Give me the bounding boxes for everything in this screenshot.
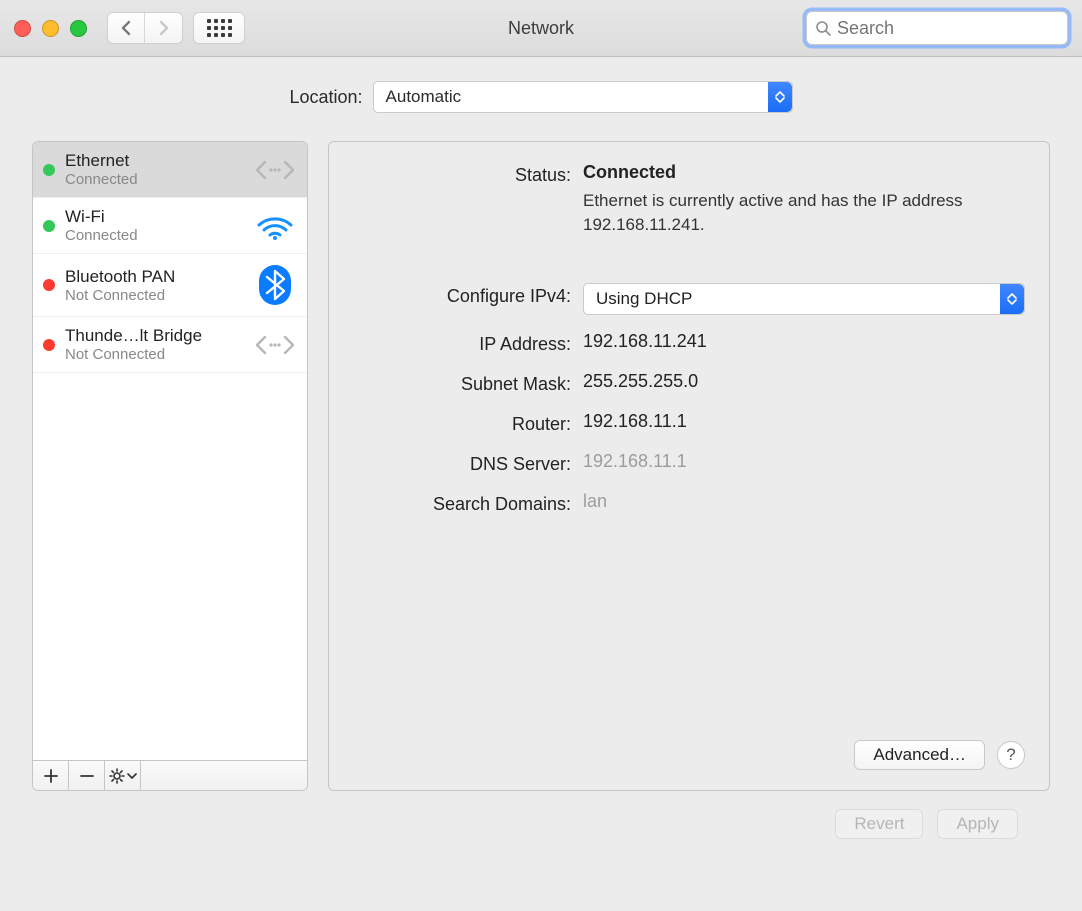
interface-status: Not Connected [65,346,243,363]
ip-value: 192.168.11.241 [583,331,1025,352]
chevron-down-icon [127,771,137,781]
row-subnet: Subnet Mask: 255.255.255.0 [353,371,1025,395]
interface-name: Thunde…lt Bridge [65,326,243,346]
minimize-window-button[interactable] [42,20,59,37]
status-dot [43,339,55,351]
interface-name: Ethernet [65,151,243,171]
search-icon [815,20,831,36]
advanced-button-label: Advanced… [873,745,966,765]
detail-footer: Advanced… ? [353,740,1025,770]
content-area: Location: Automatic Ethernet Connected [0,57,1082,859]
show-all-button[interactable] [193,12,245,44]
interface-labels: Wi-Fi Connected [65,207,243,244]
window-controls [14,20,87,37]
status-dot [43,279,55,291]
revert-button[interactable]: Revert [835,809,923,839]
sidebar-footer [33,760,307,790]
dns-value: 192.168.11.1 [583,451,1025,472]
location-label: Location: [289,87,362,108]
interface-labels: Thunde…lt Bridge Not Connected [65,326,243,363]
configure-value: Using DHCP [596,289,692,309]
status-value-text: Connected [583,162,676,182]
interface-name: Wi-Fi [65,207,243,227]
detail-pane: Status: Connected Ethernet is currently … [328,141,1050,791]
remove-interface-button[interactable] [69,761,105,790]
bluetooth-icon [253,263,297,307]
interface-item-wifi[interactable]: Wi-Fi Connected [33,198,307,254]
help-icon: ? [1006,745,1015,765]
interface-name: Bluetooth PAN [65,267,243,287]
apply-button[interactable]: Apply [937,809,1018,839]
row-status: Status: Connected Ethernet is currently … [353,162,1025,237]
configure-ipv4-select[interactable]: Using DHCP [583,283,1025,315]
interface-labels: Ethernet Connected [65,151,243,188]
back-button[interactable] [108,13,145,43]
chevron-right-icon [158,20,170,36]
ip-label: IP Address: [353,331,583,355]
location-value: Automatic [386,87,462,107]
router-label: Router: [353,411,583,435]
row-configure: Configure IPv4: Using DHCP [353,283,1025,315]
subnet-value: 255.255.255.0 [583,371,1025,392]
subnet-label: Subnet Mask: [353,371,583,395]
interface-labels: Bluetooth PAN Not Connected [65,267,243,304]
add-interface-button[interactable] [33,761,69,790]
status-dot [43,164,55,176]
nav-group [107,12,183,44]
ethernet-icon [253,330,297,360]
search-field[interactable] [806,11,1068,45]
row-ip: IP Address: 192.168.11.241 [353,331,1025,355]
gear-icon [109,768,125,784]
help-button[interactable]: ? [997,741,1025,769]
minus-icon [80,769,94,783]
interface-item-ethernet[interactable]: Ethernet Connected [33,142,307,198]
window-buttons: Revert Apply [32,791,1050,839]
forward-button[interactable] [145,13,182,43]
grid-icon [207,19,232,37]
search-domains-label: Search Domains: [353,491,583,515]
location-row: Location: Automatic [32,81,1050,113]
zoom-window-button[interactable] [70,20,87,37]
row-search-domains: Search Domains: lan [353,491,1025,515]
interface-item-bluetooth-pan[interactable]: Bluetooth PAN Not Connected [33,254,307,317]
configure-label: Configure IPv4: [353,283,583,307]
chevron-left-icon [120,20,132,36]
apply-button-label: Apply [956,814,999,834]
interface-list: Ethernet Connected Wi-Fi [33,142,307,760]
status-description: Ethernet is currently active and has the… [583,189,1025,237]
row-dns: DNS Server: 192.168.11.1 [353,451,1025,475]
router-value: 192.168.11.1 [583,411,1025,432]
stepper-icon [1000,284,1024,314]
ethernet-icon [253,155,297,185]
interface-status: Not Connected [65,287,243,304]
dns-label: DNS Server: [353,451,583,475]
location-select[interactable]: Automatic [373,81,793,113]
title-bar: Network [0,0,1082,57]
advanced-button[interactable]: Advanced… [854,740,985,770]
status-label: Status: [353,162,583,186]
search-domains-value: lan [583,491,1025,512]
interface-actions-button[interactable] [105,761,141,790]
interface-status: Connected [65,171,243,188]
plus-icon [44,769,58,783]
search-input[interactable] [835,17,1059,40]
interface-item-thunderbolt-bridge[interactable]: Thunde…lt Bridge Not Connected [33,317,307,373]
configure-value-container: Using DHCP [583,283,1025,315]
close-window-button[interactable] [14,20,31,37]
stepper-icon [768,82,792,112]
row-router: Router: 192.168.11.1 [353,411,1025,435]
status-dot [43,220,55,232]
revert-button-label: Revert [854,814,904,834]
wifi-icon [253,211,297,241]
interface-status: Connected [65,227,243,244]
interface-sidebar: Ethernet Connected Wi-Fi [32,141,308,791]
status-value: Connected Ethernet is currently active a… [583,162,1025,237]
